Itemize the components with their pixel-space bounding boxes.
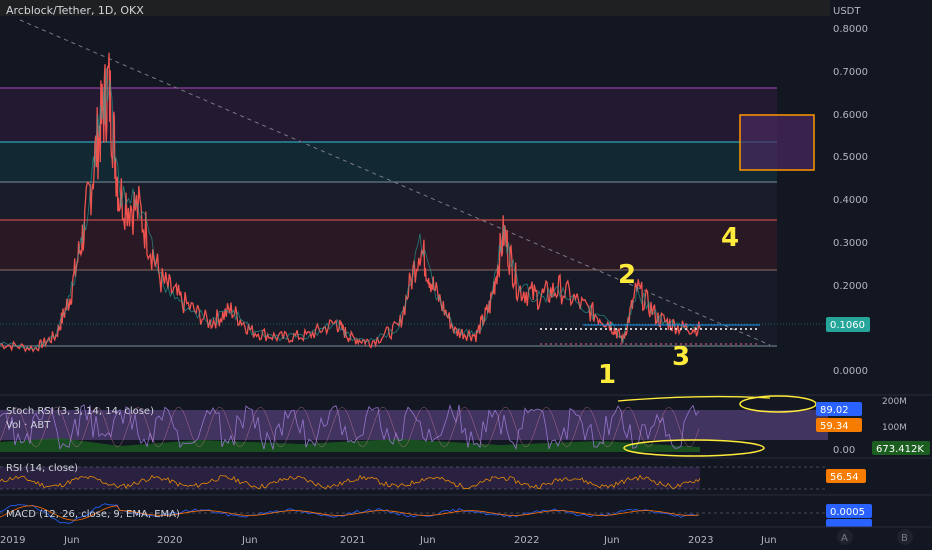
stoch-d-value: 59.34 <box>820 421 849 432</box>
y-tick-label: 0.7000 <box>833 67 868 78</box>
x-tick-label: 2019 <box>0 535 25 546</box>
currency-label: USDT <box>833 6 861 17</box>
fib-band-2 <box>0 142 777 182</box>
rsi-value: 56.54 <box>830 472 859 483</box>
volume-tick-200m: 200M <box>882 397 907 407</box>
y-tick-label: 0.4000 <box>833 195 868 206</box>
y-tick-label: 0.8000 <box>833 24 868 35</box>
x-tick-label: Jun <box>419 535 436 546</box>
x-tick-label: 2023 <box>688 535 713 546</box>
y-tick-label: 0.2000 <box>833 281 868 292</box>
volume-value: 673.412K <box>876 444 924 455</box>
macd-title: MACD (12, 26, close, 9, EMA, EMA) <box>6 509 180 520</box>
stoch-k-value: 89.02 <box>820 405 849 416</box>
volume-tick-100m: 100M <box>882 423 907 433</box>
y-tick-label: 0.0000 <box>833 366 868 377</box>
x-tick-label: 2022 <box>514 535 539 546</box>
x-tick-label: Jun <box>63 535 80 546</box>
auto-scale-label: A <box>841 533 848 544</box>
current-price-text: 0.1060 <box>830 320 865 331</box>
stoch-zero-label: 0.00 <box>833 445 855 456</box>
rsi-title: RSI (14, close) <box>6 463 78 474</box>
x-tick-label: 2021 <box>340 535 365 546</box>
chart-title: Arcblock/Tether, 1D, OKX <box>6 4 144 17</box>
wave-label-2: 2 <box>618 260 636 290</box>
vol-legend: Vol · ABT <box>6 420 51 431</box>
macd-second-tag <box>826 519 872 527</box>
x-tick-label: Jun <box>603 535 620 546</box>
macd-value: 0.0005 <box>830 507 865 518</box>
y-tick-label: 0.3000 <box>833 238 868 249</box>
target-box[interactable] <box>739 114 815 171</box>
x-tick-label: Jun <box>241 535 258 546</box>
chart-canvas: 1 2 3 4 Arcblock/Tether, 1D, OKX USDT 0.… <box>0 0 932 550</box>
rsi-band <box>0 467 700 489</box>
x-tick-label: Jun <box>760 535 777 546</box>
y-tick-label: 0.5000 <box>833 152 868 163</box>
wave-label-3: 3 <box>672 342 690 372</box>
fib-band-1 <box>0 88 777 142</box>
fib-band-4 <box>0 220 777 270</box>
wave-label-1: 1 <box>598 360 616 390</box>
stoch-title: Stoch RSI (3, 3, 14, 14, close) <box>6 406 154 417</box>
y-tick-label: 0.6000 <box>833 110 868 121</box>
button-b-label: B <box>901 533 908 544</box>
fib-band-5 <box>0 270 777 346</box>
x-tick-label: 2020 <box>157 535 182 546</box>
wave-label-4: 4 <box>721 223 739 253</box>
